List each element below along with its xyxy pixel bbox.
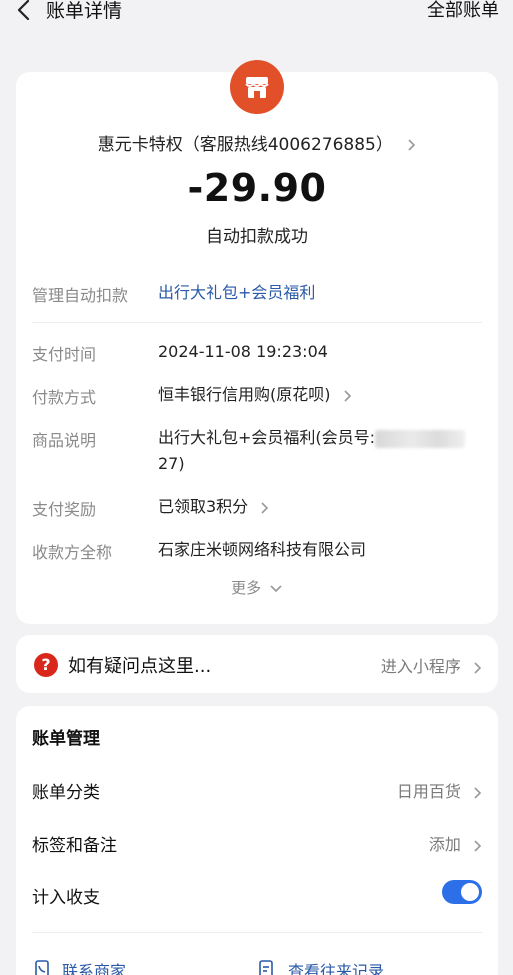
more-toggle[interactable]: 更多 bbox=[16, 577, 498, 598]
product-label: 商品说明 bbox=[32, 431, 97, 450]
divider bbox=[32, 932, 482, 933]
bill-amount: -29.90 bbox=[187, 166, 327, 210]
merchant-store-icon bbox=[230, 60, 284, 114]
payee-value: 石家庄米顿网络科技有限公司 bbox=[158, 540, 367, 559]
view-history-button[interactable]: 查看往来记录 bbox=[288, 958, 384, 975]
bottom-actions: 联系商家 查看往来记录 bbox=[16, 958, 498, 975]
payee-label: 收款方全称 bbox=[32, 543, 113, 562]
page-title: 账单详情 bbox=[46, 0, 123, 22]
section-title: 账单管理 bbox=[32, 729, 100, 749]
pay-method-value: 恒丰银行信用购(原花呗) bbox=[158, 385, 331, 404]
product-value: 出行大礼包+会员福利(会员号: 27) bbox=[158, 425, 480, 477]
chevron-right-icon bbox=[474, 661, 482, 674]
chevron-right-icon bbox=[408, 139, 416, 151]
pay-method-label: 付款方式 bbox=[32, 388, 97, 407]
pay-time-label: 支付时间 bbox=[32, 345, 97, 364]
product-desc-suffix: 27) bbox=[158, 454, 185, 473]
question-icon: ? bbox=[34, 653, 58, 677]
merchant-name: 惠元卡特权（客服热线4006276885） bbox=[97, 135, 393, 155]
reward-link[interactable]: 已领取3积分 bbox=[158, 494, 269, 520]
back-arrow-icon[interactable] bbox=[14, 0, 34, 22]
records-icon bbox=[259, 960, 273, 975]
top-bar: 账单详情 全部账单 bbox=[0, 0, 513, 26]
contact-merchant-button[interactable]: 联系商家 bbox=[62, 958, 126, 975]
help-text: 如有疑问点这里... bbox=[68, 656, 212, 677]
tag-value: 添加 bbox=[428, 835, 461, 854]
chevron-right-icon bbox=[344, 389, 351, 402]
reward-value: 已领取3积分 bbox=[158, 497, 249, 516]
category-value: 日用百货 bbox=[396, 782, 461, 801]
pay-time-value: 2024-11-08 19:23:04 bbox=[158, 342, 328, 361]
all-bills-link[interactable]: 全部账单 bbox=[427, 0, 499, 22]
tag-label: 标签和备注 bbox=[32, 836, 117, 856]
blurred-member-id bbox=[375, 429, 466, 448]
help-action-label: 进入小程序 bbox=[380, 657, 461, 676]
open-mini-program-link[interactable]: 进入小程序 bbox=[381, 653, 482, 677]
category-label: 账单分类 bbox=[32, 783, 100, 803]
bill-detail-card: 惠元卡特权（客服热线4006276885） -29.90 自动扣款成功 管理自动… bbox=[16, 60, 498, 624]
bill-management-card: 账单管理 账单分类 日用百货 标签和备注 添加 计入收支 联系商家 查看往来记录 bbox=[16, 706, 498, 975]
bill-status: 自动扣款成功 bbox=[206, 227, 308, 247]
help-card[interactable]: ? 如有疑问点这里... 进入小程序 bbox=[16, 635, 498, 693]
chevron-right-icon bbox=[474, 839, 482, 852]
add-tag-link[interactable]: 添加 bbox=[429, 831, 482, 855]
auto-debit-link[interactable]: 出行大礼包+会员福利 bbox=[158, 280, 315, 306]
count-label: 计入收支 bbox=[32, 888, 100, 908]
phone-icon bbox=[35, 960, 49, 975]
auto-debit-label: 管理自动扣款 bbox=[32, 286, 129, 305]
reward-label: 支付奖励 bbox=[32, 500, 97, 519]
pay-method-link[interactable]: 恒丰银行信用购(原花呗) bbox=[158, 382, 352, 408]
product-desc-prefix: 出行大礼包+会员福利(会员号: bbox=[158, 428, 376, 447]
count-toggle[interactable] bbox=[442, 880, 482, 904]
more-label: 更多 bbox=[231, 579, 262, 597]
chevron-down-icon bbox=[270, 584, 282, 592]
merchant-name-link[interactable]: 惠元卡特权（客服热线4006276885） bbox=[16, 130, 498, 155]
chevron-right-icon bbox=[474, 786, 482, 799]
divider bbox=[32, 322, 482, 323]
toggle-knob bbox=[461, 883, 479, 901]
chevron-right-icon bbox=[261, 501, 269, 514]
category-link[interactable]: 日用百货 bbox=[397, 778, 482, 802]
